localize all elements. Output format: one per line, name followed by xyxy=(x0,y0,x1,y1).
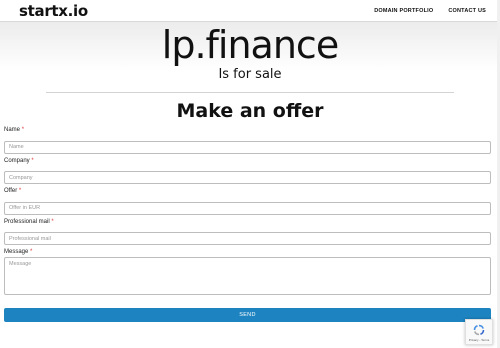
hero-section: lp.finance Is for sale xyxy=(0,22,500,92)
company-label: Company * xyxy=(4,157,34,164)
offer-label: Offer * xyxy=(4,188,22,194)
site-logo[interactable]: startx.io xyxy=(19,2,88,20)
name-label: Name * xyxy=(4,127,25,133)
site-header: startx.io DOMAIN PORTFOLIO CONTACT US xyxy=(0,0,500,22)
required-mark: * xyxy=(21,127,25,133)
recaptcha-links[interactable]: Privacy - Terms xyxy=(469,338,490,342)
email-label: Professional mail * xyxy=(4,218,54,225)
name-field-group: Name * xyxy=(4,126,491,154)
company-field-group: Company * xyxy=(4,157,491,184)
required-mark: * xyxy=(51,218,54,225)
recaptcha-badge[interactable]: Privacy - Terms xyxy=(465,319,493,345)
offer-field-group: Offer * xyxy=(4,187,491,215)
nav-domain-portfolio[interactable]: DOMAIN PORTFOLIO xyxy=(374,8,433,14)
name-input[interactable] xyxy=(4,140,491,154)
main-nav: DOMAIN PORTFOLIO CONTACT US xyxy=(374,8,486,14)
required-mark: * xyxy=(18,188,22,194)
offer-input[interactable] xyxy=(4,201,491,215)
offer-title: Make an offer xyxy=(176,100,324,122)
divider xyxy=(46,92,454,93)
send-button[interactable]: SEND xyxy=(4,308,491,322)
recaptcha-icon xyxy=(473,324,485,335)
for-sale-subtitle: Is for sale xyxy=(218,67,282,82)
domain-name: lp.finance xyxy=(161,23,339,67)
required-mark: * xyxy=(30,249,33,255)
email-input[interactable] xyxy=(4,232,491,245)
message-label: Message * xyxy=(4,249,33,255)
message-field-group: Message * xyxy=(4,248,491,300)
nav-contact-us[interactable]: CONTACT US xyxy=(448,8,486,14)
required-mark: * xyxy=(31,157,34,164)
email-field-group: Professional mail * xyxy=(4,218,491,245)
offer-form: Name * Company * Offer * Professional ma… xyxy=(0,126,500,322)
message-textarea[interactable] xyxy=(4,257,491,295)
company-input[interactable] xyxy=(4,171,491,184)
